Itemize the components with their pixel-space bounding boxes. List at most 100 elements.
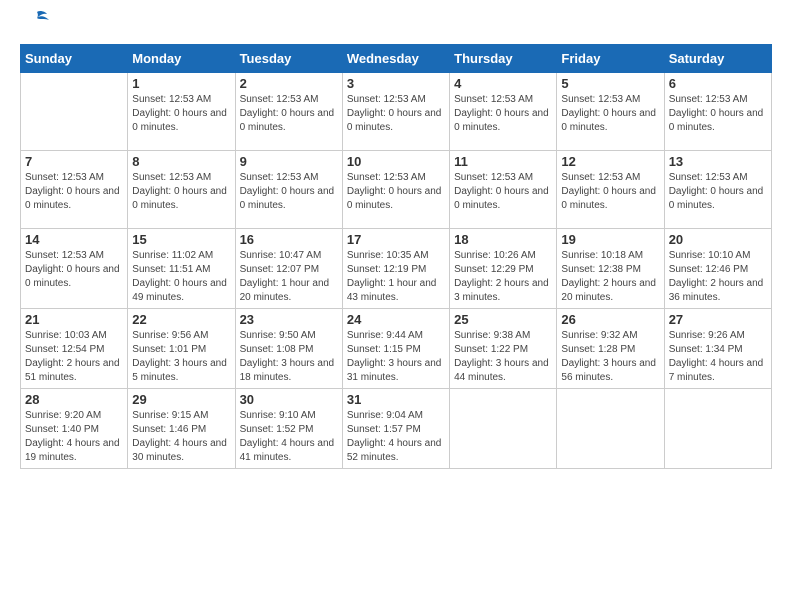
week-row-4: 21 Sunrise: 10:03 AM Sunset: 12:54 PM Day… [21,309,772,389]
day-number: 8 [132,154,230,169]
day-info: Sunset: 12:53 AM Daylight: 0 hours and 0… [561,93,659,135]
day-info: Sunset: 12:53 AM Daylight: 0 hours and 0… [347,93,445,135]
day-info: Sunrise: 9:04 AM Sunset: 1:57 PM Dayligh… [347,409,445,465]
header-cell-thursday: Thursday [450,45,557,73]
day-number: 26 [561,312,659,327]
week-row-3: 14 Sunset: 12:53 AM Daylight: 0 hours and… [21,229,772,309]
header-cell-sunday: Sunday [21,45,128,73]
day-info: Sunset: 12:53 AM Daylight: 0 hours and 0… [669,93,767,135]
day-number: 24 [347,312,445,327]
day-cell: 17 Sunrise: 10:35 AM Sunset: 12:19 PM Day… [342,229,449,309]
day-info: Sunset: 12:53 AM Daylight: 0 hours and 0… [132,171,230,213]
day-info: Sunset: 12:53 AM Daylight: 0 hours and 0… [454,171,552,213]
calendar-table: SundayMondayTuesdayWednesdayThursdayFrid… [20,44,772,469]
day-number: 5 [561,76,659,91]
day-cell: 12 Sunset: 12:53 AM Daylight: 0 hours and… [557,151,664,229]
day-cell: 25Sunrise: 9:38 AM Sunset: 1:22 PM Dayli… [450,309,557,389]
day-info: Sunrise: 11:02 AM Sunset: 11:51 AM Dayli… [132,249,230,305]
day-cell: 21 Sunrise: 10:03 AM Sunset: 12:54 PM Day… [21,309,128,389]
day-cell: 9 Sunset: 12:53 AM Daylight: 0 hours and … [235,151,342,229]
day-cell [557,389,664,469]
day-number: 2 [240,76,338,91]
day-number: 17 [347,232,445,247]
day-cell: 24 Sunrise: 9:44 AM Sunset: 1:15 PM Dayli… [342,309,449,389]
logo [20,16,51,36]
day-info: Sunrise: 9:56 AM Sunset: 1:01 PM Dayligh… [132,329,230,385]
day-cell: 7Sunset: 12:53 AM Daylight: 0 hours and … [21,151,128,229]
day-cell [21,73,128,151]
day-number: 9 [240,154,338,169]
day-info: Sunrise: 9:10 AM Sunset: 1:52 PM Dayligh… [240,409,338,465]
day-cell: 13 Sunset: 12:53 AM Daylight: 0 hours and… [664,151,771,229]
day-number: 21 [25,312,123,327]
day-info: Sunset: 12:53 AM Daylight: 0 hours and 0… [25,249,123,291]
day-number: 28 [25,392,123,407]
day-number: 31 [347,392,445,407]
day-cell: 11 Sunset: 12:53 AM Daylight: 0 hours and… [450,151,557,229]
day-cell: 18Sunrise: 10:26 AM Sunset: 12:29 PM Day… [450,229,557,309]
day-number: 29 [132,392,230,407]
day-info: Sunrise: 10:03 AM Sunset: 12:54 PM Dayli… [25,329,123,385]
header-row: SundayMondayTuesdayWednesdayThursdayFrid… [21,45,772,73]
day-info: Sunrise: 10:26 AM Sunset: 12:29 PM Dayli… [454,249,552,305]
day-cell: 28 Sunrise: 9:20 AM Sunset: 1:40 PM Dayli… [21,389,128,469]
day-info: Sunset: 12:53 AM Daylight: 0 hours and 0… [25,171,123,213]
week-row-5: 28 Sunrise: 9:20 AM Sunset: 1:40 PM Dayli… [21,389,772,469]
day-number: 20 [669,232,767,247]
day-info: Sunrise: 9:15 AM Sunset: 1:46 PM Dayligh… [132,409,230,465]
day-cell: 23 Sunrise: 9:50 AM Sunset: 1:08 PM Dayli… [235,309,342,389]
day-cell: 6 Sunset: 12:53 AM Daylight: 0 hours and … [664,73,771,151]
day-info: Sunrise: 10:35 AM Sunset: 12:19 PM Dayli… [347,249,445,305]
day-info: Sunrise: 9:44 AM Sunset: 1:15 PM Dayligh… [347,329,445,385]
header [20,16,772,36]
day-number: 6 [669,76,767,91]
day-cell: 16Sunrise: 10:47 AM Sunset: 12:07 PM Day… [235,229,342,309]
day-number: 12 [561,154,659,169]
day-info: Sunset: 12:53 AM Daylight: 0 hours and 0… [240,93,338,135]
day-cell: 14 Sunset: 12:53 AM Daylight: 0 hours and… [21,229,128,309]
day-cell: 31 Sunrise: 9:04 AM Sunset: 1:57 PM Dayli… [342,389,449,469]
day-cell: 4Sunset: 12:53 AM Daylight: 0 hours and … [450,73,557,151]
day-cell: 5 Sunset: 12:53 AM Daylight: 0 hours and … [557,73,664,151]
day-cell: 19Sunrise: 10:18 AM Sunset: 12:38 PM Day… [557,229,664,309]
day-cell: 10Sunset: 12:53 AM Daylight: 0 hours and… [342,151,449,229]
day-info: Sunset: 12:53 AM Daylight: 0 hours and 0… [669,171,767,213]
day-number: 10 [347,154,445,169]
day-cell [664,389,771,469]
logo-bird-icon [23,8,51,36]
day-info: Sunset: 12:53 AM Daylight: 0 hours and 0… [132,93,230,135]
day-cell: 20 Sunrise: 10:10 AM Sunset: 12:46 PM Day… [664,229,771,309]
day-info: Sunrise: 9:32 AM Sunset: 1:28 PM Dayligh… [561,329,659,385]
day-cell: 1 Sunset: 12:53 AM Daylight: 0 hours and … [128,73,235,151]
week-row-1: 1 Sunset: 12:53 AM Daylight: 0 hours and … [21,73,772,151]
day-cell: 22 Sunrise: 9:56 AM Sunset: 1:01 PM Dayli… [128,309,235,389]
day-number: 11 [454,154,552,169]
day-cell: 27Sunrise: 9:26 AM Sunset: 1:34 PM Dayli… [664,309,771,389]
header-cell-friday: Friday [557,45,664,73]
day-number: 14 [25,232,123,247]
day-number: 23 [240,312,338,327]
day-info: Sunset: 12:53 AM Daylight: 0 hours and 0… [240,171,338,213]
header-cell-monday: Monday [128,45,235,73]
day-info: Sunrise: 9:50 AM Sunset: 1:08 PM Dayligh… [240,329,338,385]
page: SundayMondayTuesdayWednesdayThursdayFrid… [0,0,792,479]
day-cell [450,389,557,469]
header-cell-wednesday: Wednesday [342,45,449,73]
day-number: 30 [240,392,338,407]
day-cell: 3 Sunset: 12:53 AM Daylight: 0 hours and … [342,73,449,151]
header-cell-saturday: Saturday [664,45,771,73]
day-info: Sunrise: 10:10 AM Sunset: 12:46 PM Dayli… [669,249,767,305]
day-cell: 26 Sunrise: 9:32 AM Sunset: 1:28 PM Dayli… [557,309,664,389]
header-cell-tuesday: Tuesday [235,45,342,73]
day-info: Sunrise: 9:38 AM Sunset: 1:22 PM Dayligh… [454,329,552,385]
day-number: 3 [347,76,445,91]
day-info: Sunrise: 9:20 AM Sunset: 1:40 PM Dayligh… [25,409,123,465]
day-number: 22 [132,312,230,327]
day-info: Sunset: 12:53 AM Daylight: 0 hours and 0… [561,171,659,213]
day-number: 13 [669,154,767,169]
day-number: 16 [240,232,338,247]
day-info: Sunset: 12:53 AM Daylight: 0 hours and 0… [454,93,552,135]
day-info: Sunrise: 9:26 AM Sunset: 1:34 PM Dayligh… [669,329,767,385]
day-cell: 30 Sunrise: 9:10 AM Sunset: 1:52 PM Dayli… [235,389,342,469]
day-number: 1 [132,76,230,91]
